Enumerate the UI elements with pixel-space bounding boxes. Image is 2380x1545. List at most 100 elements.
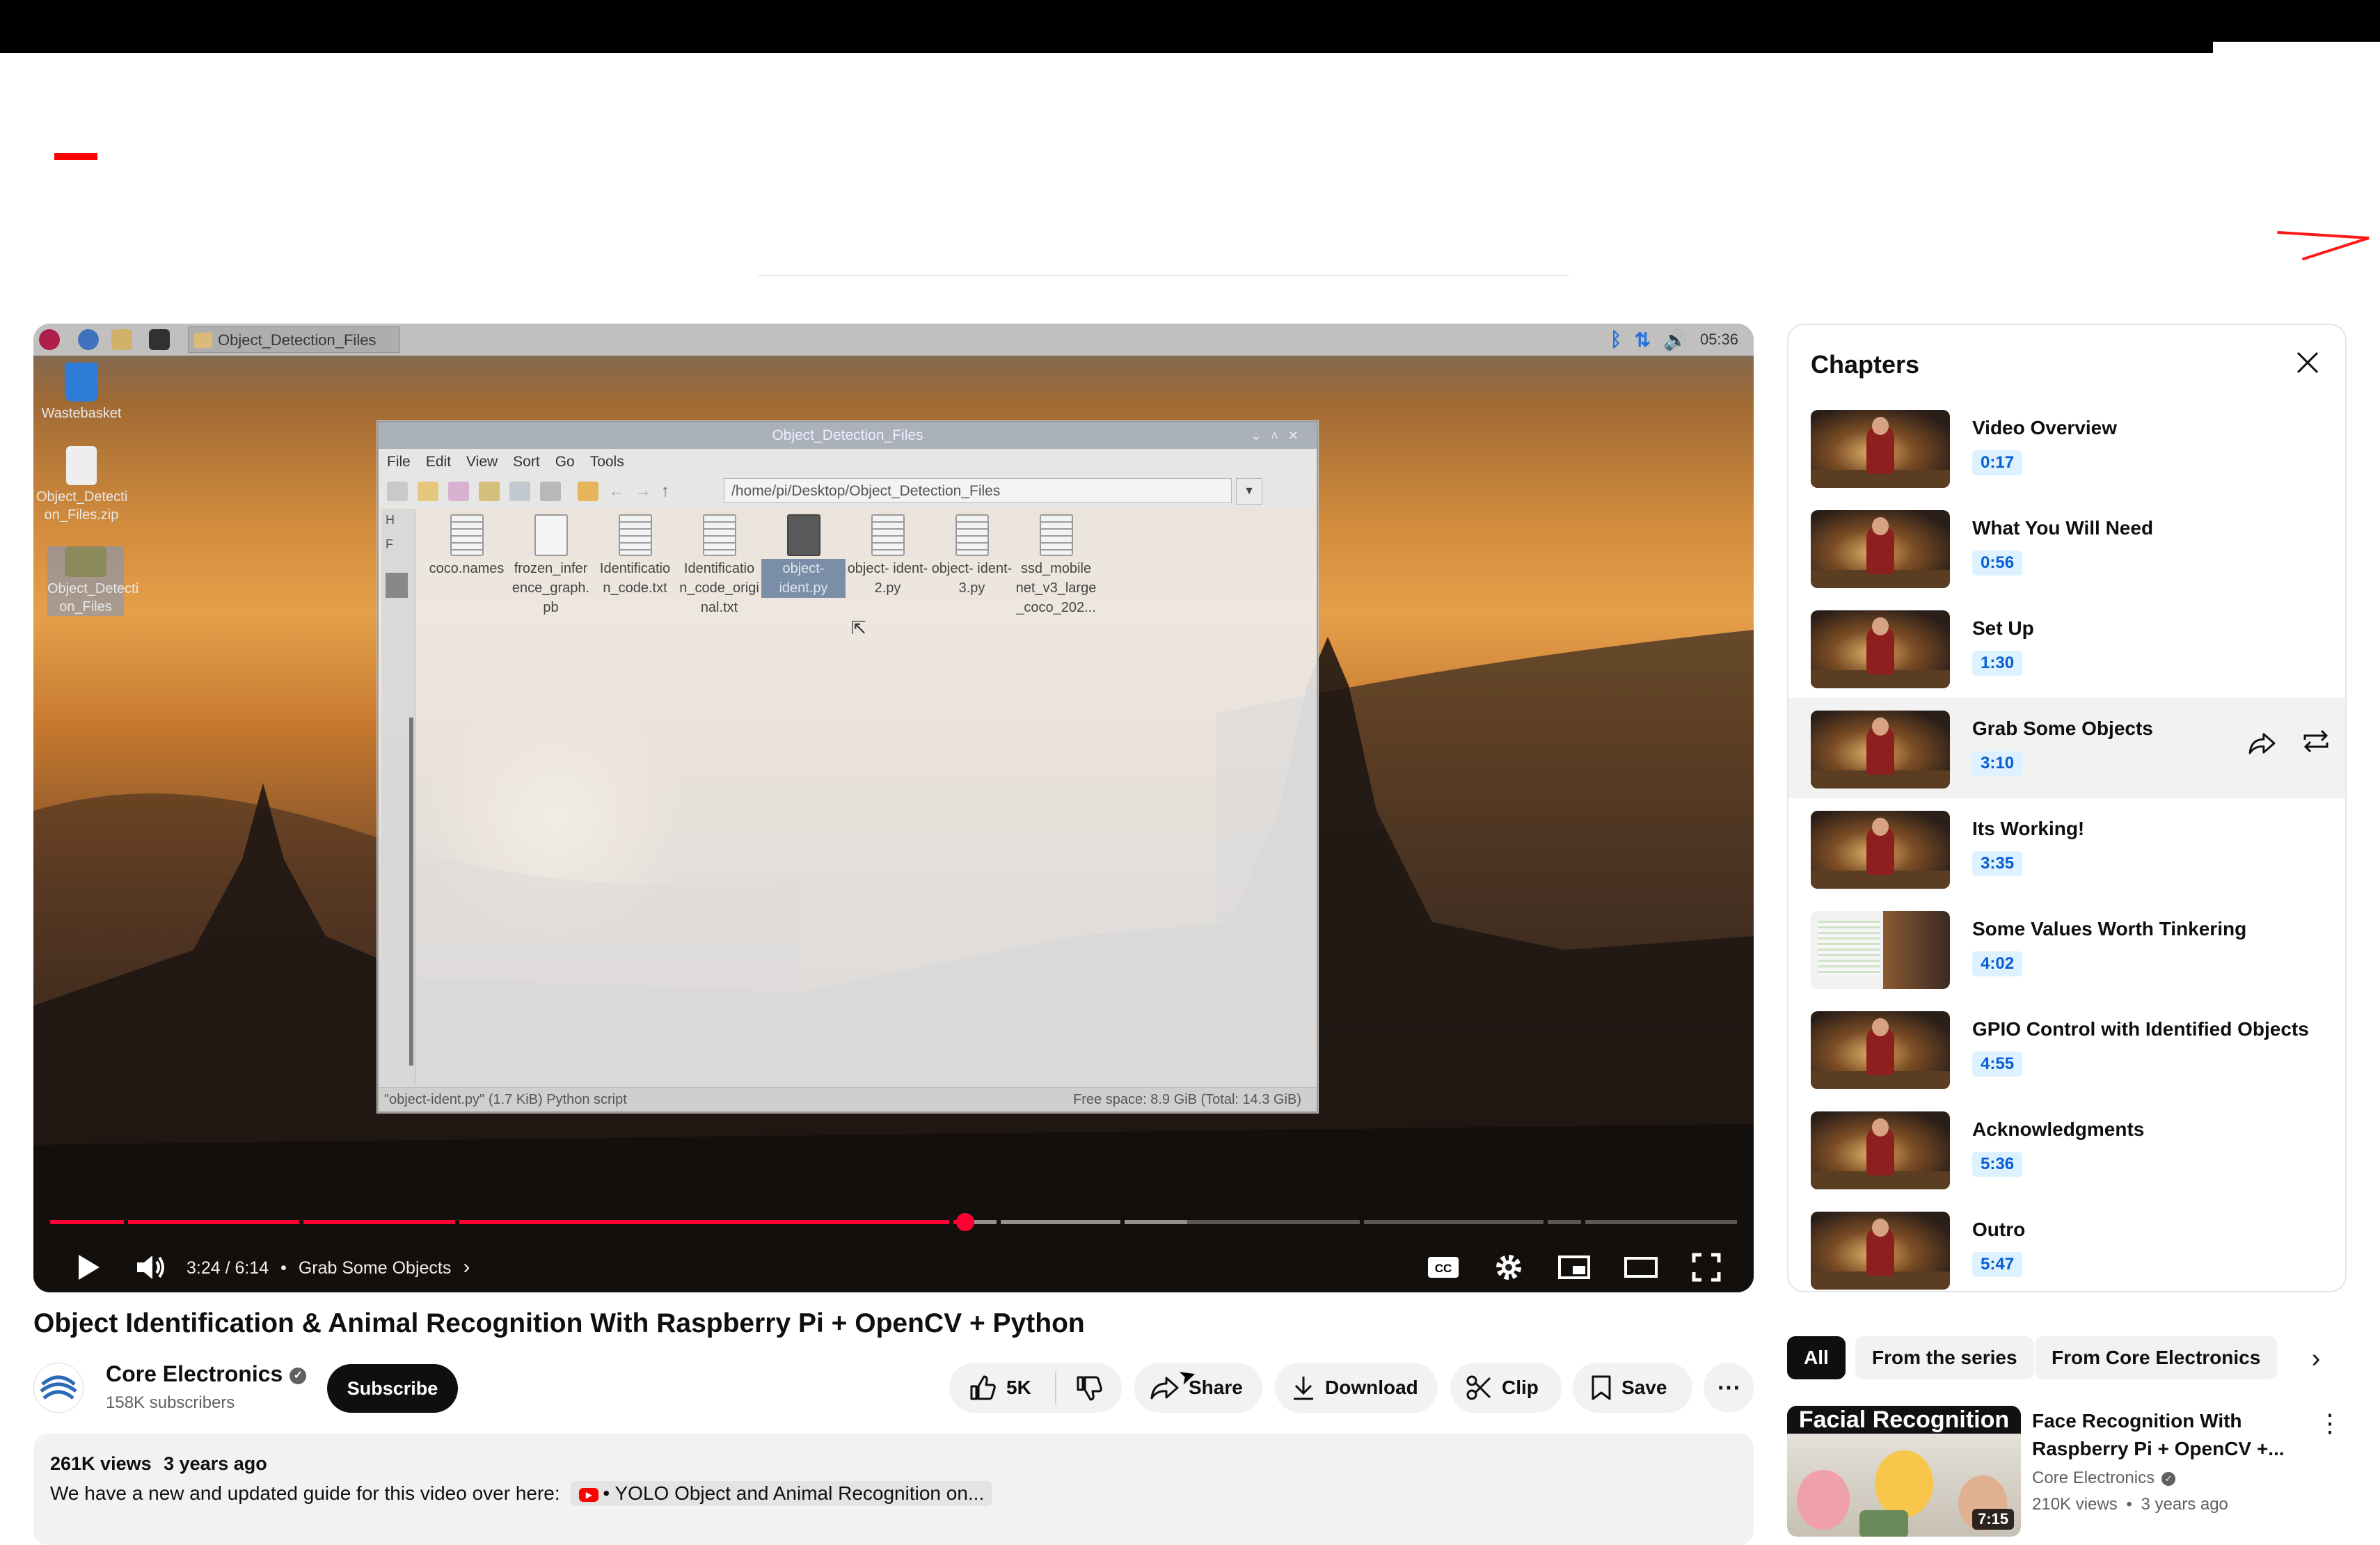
list-view-icon[interactable] <box>540 482 561 501</box>
network-icon[interactable]: ⇅ <box>1635 328 1651 351</box>
sidepane-icon[interactable] <box>387 482 408 501</box>
back-icon[interactable]: ← <box>608 482 625 501</box>
youtube-logo-fragment[interactable] <box>54 153 97 160</box>
file-item[interactable]: object- ident-3.py <box>930 514 1014 617</box>
chip-from-channel[interactable]: From Core Electronics <box>2035 1336 2278 1379</box>
current-chapter-button[interactable]: Grab Some Objects <box>299 1258 452 1278</box>
fm-menu-go[interactable]: Go <box>555 454 575 470</box>
fm-menu-sort[interactable]: Sort <box>513 454 540 470</box>
file-item-selected[interactable]: object- ident.py <box>761 514 846 617</box>
forward-icon[interactable]: → <box>635 482 651 501</box>
taskbar-window-tab[interactable]: Object_Detection_Files <box>188 326 400 353</box>
clip-button[interactable]: Clip <box>1450 1363 1562 1413</box>
chapter-loop-button[interactable] <box>2296 727 2335 766</box>
chapter-timestamp[interactable]: 4:02 <box>1972 951 2023 976</box>
chapter-timestamp[interactable]: 0:17 <box>1972 450 2023 475</box>
chip-all[interactable]: All <box>1787 1336 1846 1379</box>
window-controls[interactable]: ⌄˄✕ <box>1251 422 1308 449</box>
related-video-title[interactable]: Face Recognition With Raspberry Pi + Ope… <box>2032 1407 2296 1463</box>
chapter-segment[interactable] <box>1187 1220 1360 1224</box>
chapter-timestamp[interactable]: 3:35 <box>1972 851 2023 876</box>
fm-menu-tools[interactable]: Tools <box>590 454 624 470</box>
progress-bar[interactable] <box>50 1220 1737 1224</box>
file-item[interactable]: coco.names <box>425 514 509 617</box>
fm-path-dropdown[interactable]: ▼ <box>1236 478 1262 505</box>
desktop-icon-folder[interactable]: Object_Detecti on_Files <box>47 546 138 616</box>
icon-view-icon[interactable] <box>448 482 469 501</box>
fm-titlebar[interactable]: Object_Detection_Files ⌄˄✕ <box>379 422 1317 449</box>
description-box[interactable]: 261K views 3 years ago We have a new and… <box>33 1434 1754 1545</box>
related-video-thumbnail[interactable]: Facial Recognition 7:15 <box>1787 1406 2021 1537</box>
chapter-segment[interactable] <box>303 1220 455 1224</box>
browser-icon[interactable] <box>78 329 99 350</box>
volume-icon[interactable]: 🔊 <box>1663 328 1688 351</box>
chapter-item[interactable]: Set Up 1:30 <box>1788 598 2345 698</box>
chapter-timestamp[interactable]: 5:47 <box>1972 1252 2023 1277</box>
channel-name[interactable]: Core Electronics ✓ <box>106 1361 307 1387</box>
dislike-button[interactable] <box>1055 1372 1122 1404</box>
chapter-timestamp[interactable]: 3:10 <box>1972 751 2023 776</box>
description-link-text[interactable]: • YOLO Object and Animal Recognition on.… <box>603 1482 984 1504</box>
miniplayer-button[interactable] <box>1550 1242 1598 1292</box>
fm-side-filesystem[interactable]: F <box>381 528 415 552</box>
related-more-button[interactable]: ⋮ <box>2316 1406 2344 1441</box>
chapter-segment[interactable] <box>1585 1220 1737 1224</box>
mute-button[interactable] <box>127 1242 175 1292</box>
more-actions-button[interactable]: ⋯ <box>1704 1363 1754 1413</box>
home-icon[interactable] <box>578 482 598 501</box>
chapter-timestamp[interactable]: 4:55 <box>1972 1052 2023 1077</box>
video-player[interactable]: Object_Detection_Files ᛒ ⇅ 🔊 05:36 Waste… <box>33 324 1754 1292</box>
chapter-item[interactable]: GPIO Control with Identified Objects 4:5… <box>1788 999 2345 1099</box>
fullscreen-button[interactable] <box>1683 1242 1730 1292</box>
chapter-timestamp[interactable]: 0:56 <box>1972 550 2023 576</box>
terminal-icon[interactable] <box>149 329 170 350</box>
thumbnail-view-icon[interactable] <box>479 482 500 501</box>
fm-side-scrollbar[interactable] <box>409 718 413 1065</box>
new-folder-icon[interactable] <box>418 482 438 501</box>
chapter-segment[interactable] <box>128 1220 299 1224</box>
bluetooth-icon[interactable]: ᛒ <box>1610 328 1622 351</box>
save-button[interactable]: Save <box>1573 1363 1692 1413</box>
download-button[interactable]: Download <box>1275 1363 1438 1413</box>
desktop-icon-wastebasket[interactable]: Wastebasket <box>36 363 127 422</box>
progress-scrubber[interactable] <box>956 1213 974 1231</box>
chapter-item-active[interactable]: Grab Some Objects 3:10 <box>1788 698 2345 798</box>
chapter-timestamp[interactable]: 5:36 <box>1972 1152 2023 1177</box>
compact-view-icon[interactable] <box>509 482 530 501</box>
description-video-link[interactable]: ▶ • YOLO Object and Animal Recognition on… <box>571 1481 993 1506</box>
chips-next-button[interactable]: › <box>2296 1339 2335 1378</box>
fm-path-input[interactable]: /home/pi/Desktop/Object_Detection_Files <box>724 478 1232 503</box>
chapter-item[interactable]: What You Will Need 0:56 <box>1788 498 2345 598</box>
chapter-segment-buffered[interactable] <box>1125 1220 1187 1224</box>
chapter-segment-buffered[interactable] <box>1001 1220 1120 1224</box>
chapter-segment[interactable] <box>1364 1220 1544 1224</box>
file-item[interactable]: object- ident-2.py <box>846 514 930 617</box>
chapter-segment[interactable] <box>1548 1220 1581 1224</box>
chip-from-series[interactable]: From the series <box>1855 1336 2034 1379</box>
raspberry-menu-icon[interactable] <box>39 329 60 350</box>
close-chapters-button[interactable] <box>2291 349 2324 382</box>
theater-mode-button[interactable] <box>1617 1242 1665 1292</box>
chapter-item[interactable]: Outro 5:47 <box>1788 1199 2345 1291</box>
chapter-item[interactable]: Its Working! 3:35 <box>1788 798 2345 898</box>
subscribe-button[interactable]: Subscribe <box>327 1364 458 1413</box>
file-manager-icon[interactable] <box>111 329 132 350</box>
chapter-item[interactable]: Acknowledgments 5:36 <box>1788 1099 2345 1199</box>
settings-button[interactable] <box>1485 1242 1532 1292</box>
channel-avatar[interactable] <box>33 1363 84 1413</box>
fm-menu-view[interactable]: View <box>466 454 498 470</box>
share-button[interactable]: Share <box>1134 1363 1262 1413</box>
chapter-segment[interactable] <box>50 1220 124 1224</box>
related-channel-name[interactable]: Core Electronics <box>2032 1468 2155 1487</box>
file-item[interactable]: Identificatio n_code.txt <box>593 514 677 617</box>
captions-button[interactable]: CC <box>1420 1242 1467 1292</box>
file-item[interactable]: ssd_mobile net_v3_large _coco_202... <box>1014 514 1098 617</box>
file-item[interactable]: Identificatio n_code_origi nal.txt <box>677 514 761 617</box>
chapter-item[interactable]: Some Values Worth Tinkering 4:02 <box>1788 898 2345 999</box>
desktop-icon-zip[interactable]: Object_Detecti on_Files.zip <box>36 446 127 524</box>
chevron-right-icon[interactable]: › <box>463 1255 470 1278</box>
fm-menu-edit[interactable]: Edit <box>426 454 451 470</box>
chapter-item[interactable]: Video Overview 0:17 <box>1788 397 2345 498</box>
channel-name-text[interactable]: Core Electronics <box>106 1361 283 1386</box>
play-button[interactable] <box>64 1242 113 1292</box>
